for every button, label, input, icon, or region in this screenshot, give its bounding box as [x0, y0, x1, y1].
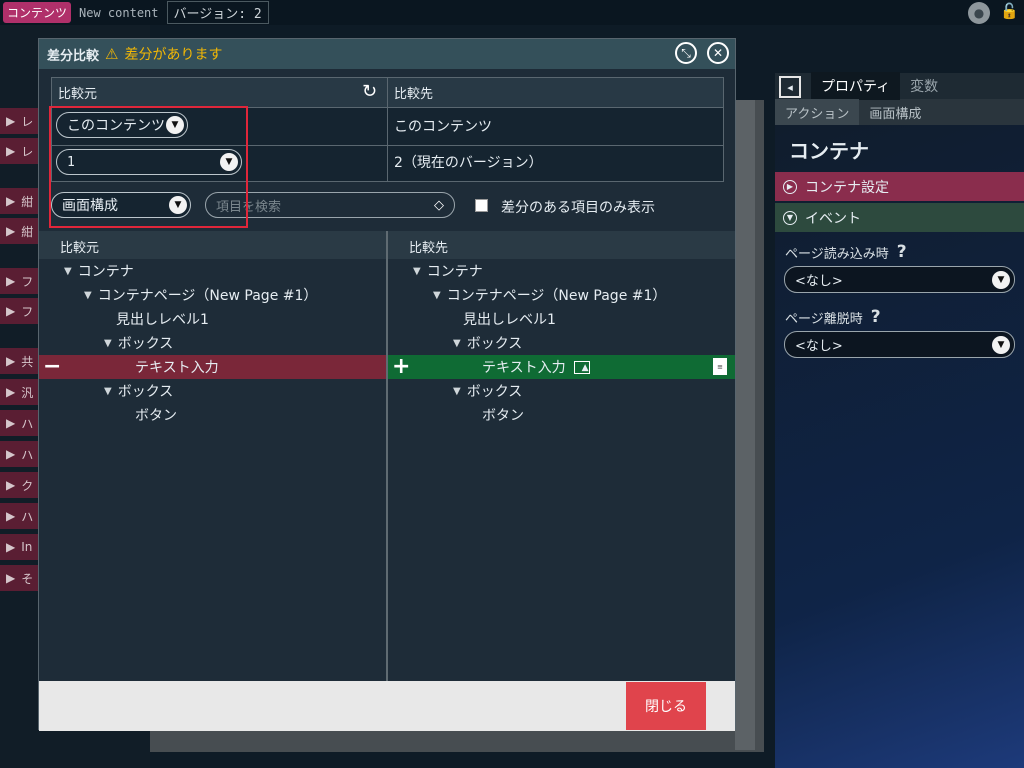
- caret-icon[interactable]: ▼: [104, 338, 112, 349]
- caret-icon[interactable]: ▼: [453, 386, 461, 397]
- collapse-icon: ▼: [783, 210, 797, 225]
- panel-title: コンテナ: [789, 139, 869, 163]
- warning-icon: ⚠: [105, 45, 119, 63]
- help-icon[interactable]: ?: [897, 242, 907, 262]
- warning-text: 差分があります: [124, 47, 223, 63]
- refresh-icon[interactable]: ↻: [362, 81, 377, 102]
- tab-variables[interactable]: 変数: [900, 72, 948, 100]
- tab-actions[interactable]: アクション: [775, 99, 860, 125]
- caret-icon[interactable]: ▼: [84, 290, 92, 301]
- tree-target-header: 比較先: [409, 241, 449, 256]
- image-icon: ▲: [573, 360, 590, 374]
- diff-only-label[interactable]: 差分のある項目のみ表示: [501, 197, 655, 217]
- tree-node[interactable]: ▼ コンテナページ（New Page #1）: [39, 283, 386, 307]
- page-leave-select[interactable]: <なし> ▼: [784, 331, 1015, 358]
- user-icon[interactable]: ●: [968, 2, 990, 24]
- caret-icon[interactable]: ▼: [64, 266, 72, 277]
- tab-screen-structure[interactable]: 画面構成: [859, 99, 931, 125]
- minimize-icon[interactable]: ⤡: [675, 42, 697, 64]
- section-events[interactable]: ▼ イベント: [775, 203, 1024, 232]
- event-label-page-load: ページ読み込み時: [785, 246, 889, 262]
- panel-toggle-icon[interactable]: ◂: [779, 76, 801, 98]
- version-indicator[interactable]: バージョン: 2: [166, 1, 269, 24]
- dialog-title: 差分比較: [47, 48, 100, 64]
- target-content: このコンテンツ: [394, 119, 492, 135]
- diff-only-checkbox[interactable]: [475, 199, 488, 212]
- top-bar: コンテンツ New content バージョン: 2 ● 🔓: [0, 0, 1024, 25]
- tree-source-header: 比較元: [60, 241, 100, 256]
- highlight-box: [49, 106, 248, 228]
- eraser-icon[interactable]: ◇: [434, 198, 444, 213]
- tree-node[interactable]: ボタン: [39, 403, 386, 427]
- tree-node[interactable]: 見出しレベル1: [39, 307, 386, 331]
- tree-node[interactable]: ボタン: [388, 403, 735, 427]
- chevron-down-icon: ▼: [992, 335, 1010, 354]
- diff-dialog: 差分比較 ⚠ 差分があります ⤡ ✕ 比較元 ↻ 比較先 このコンテンツ ▼ こ…: [38, 38, 736, 731]
- minus-icon: −: [43, 354, 62, 379]
- tree-node[interactable]: ▼ コンテナページ（New Page #1）: [388, 283, 735, 307]
- property-panel: ◂ プロパティ 変数 アクション 画面構成 コンテナ ▶ コンテナ設定 ▼ イベ…: [775, 72, 1024, 768]
- dialog-header: 差分比較 ⚠ 差分があります ⤡ ✕: [39, 39, 735, 69]
- plus-icon: +: [392, 354, 411, 379]
- target-version: 2（現在のバージョン）: [394, 155, 543, 171]
- caret-icon[interactable]: ▼: [453, 338, 461, 349]
- compare-target-header: 比較先: [394, 87, 434, 102]
- close-button[interactable]: 閉じる: [626, 682, 706, 730]
- tree-node[interactable]: ▼ ボックス: [388, 331, 735, 355]
- tree-node[interactable]: ▼ コンテナ: [388, 259, 735, 283]
- event-label-page-leave: ページ離脱時: [785, 311, 863, 327]
- tree-node[interactable]: 見出しレベル1: [388, 307, 735, 331]
- tree-node[interactable]: ▼ ボックス: [39, 331, 386, 355]
- content-tag: コンテンツ: [3, 2, 72, 23]
- help-icon[interactable]: ?: [871, 307, 881, 327]
- close-icon[interactable]: ✕: [707, 42, 729, 64]
- caret-icon[interactable]: ▼: [413, 266, 421, 277]
- caret-icon[interactable]: ▼: [433, 290, 441, 301]
- tree-node[interactable]: ▼ コンテナ: [39, 259, 386, 283]
- compare-source-header: 比較元: [58, 87, 98, 102]
- content-name[interactable]: New content: [79, 6, 158, 20]
- tree-node-added[interactable]: + テキスト入力 ▲ ≡: [388, 355, 735, 379]
- section-container-settings[interactable]: ▶ コンテナ設定: [775, 172, 1024, 201]
- expand-icon: ▶: [783, 179, 797, 194]
- tree-node-removed[interactable]: − テキスト入力: [39, 355, 386, 379]
- caret-icon[interactable]: ▼: [104, 386, 112, 397]
- tree-node[interactable]: ▼ ボックス: [39, 379, 386, 403]
- chevron-down-icon: ▼: [992, 270, 1010, 289]
- document-icon[interactable]: ≡: [713, 358, 727, 375]
- tree-node[interactable]: ▼ ボックス: [388, 379, 735, 403]
- tab-properties[interactable]: プロパティ: [811, 72, 901, 100]
- lock-icon[interactable]: 🔓: [1000, 2, 1019, 22]
- page-load-select[interactable]: <なし> ▼: [784, 266, 1015, 293]
